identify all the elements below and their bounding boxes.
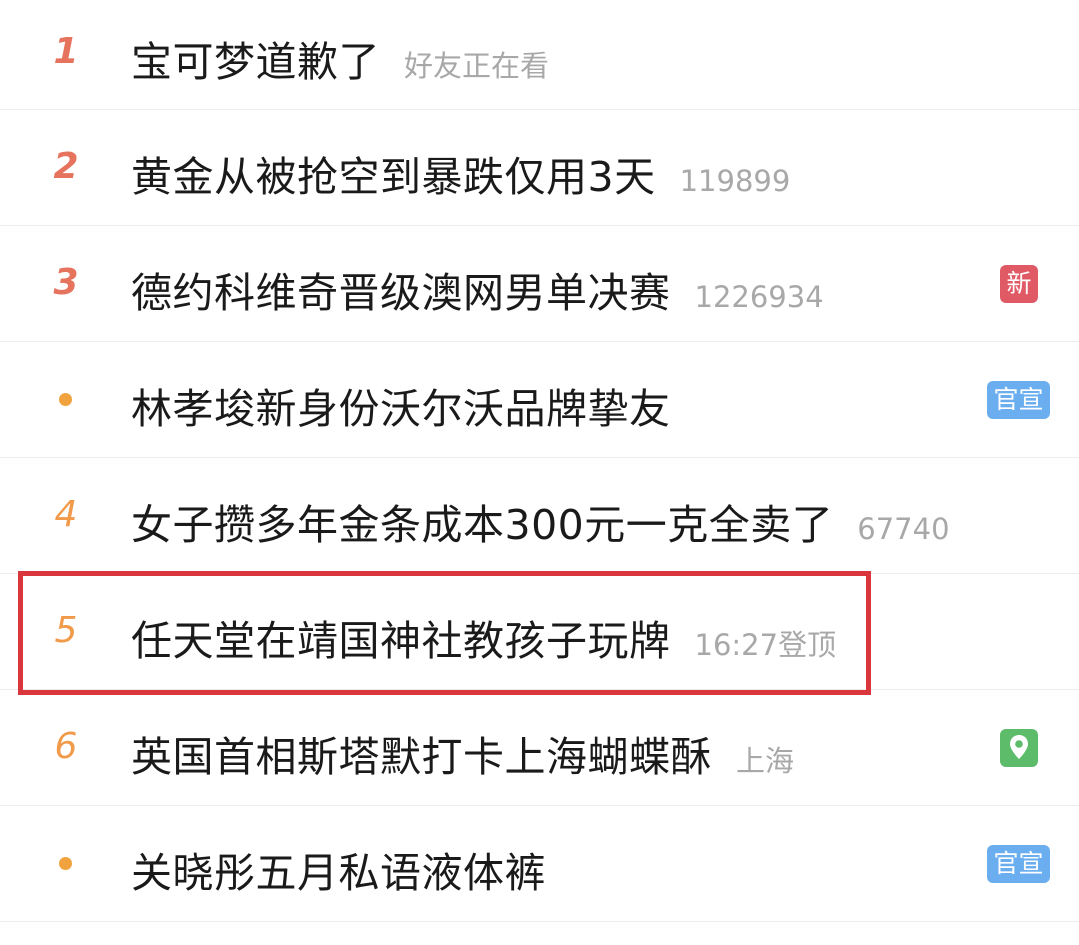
item-title[interactable]: 女子攒多年金条成本300元一克全卖了 <box>131 491 833 551</box>
location-pin-icon <box>1000 729 1038 767</box>
rank-number: 2 <box>53 146 79 187</box>
item-meta: 67740 <box>857 512 950 546</box>
rank-number: 3 <box>53 262 79 303</box>
official-badge: 官宣 <box>987 845 1050 883</box>
item-title[interactable]: 宝可梦道歉了 <box>131 28 380 88</box>
item-meta: 好友正在看 <box>404 49 550 83</box>
rank-number: 6 <box>54 726 78 767</box>
list-item[interactable]: 6 英国首相斯塔默打卡上海蝴蝶酥 上海 <box>0 690 1079 806</box>
item-title[interactable]: 英国首相斯塔默打卡上海蝴蝶酥 <box>131 723 712 783</box>
rank-number: 5 <box>54 610 78 651</box>
list-item[interactable]: 5 任天堂在靖国神社教孩子玩牌 16:27登顶 <box>0 574 1079 690</box>
item-title[interactable]: 德约科维奇晋级澳网男单决赛 <box>131 259 671 319</box>
item-meta: 16:27登顶 <box>694 628 837 662</box>
list-item[interactable]: 关晓彤五月私语液体裤 官宣 <box>0 806 1079 922</box>
list-item[interactable]: 2 黄金从被抢空到暴跌仅用3天 119899 <box>0 110 1079 226</box>
item-title[interactable]: 林孝埈新身份沃尔沃品牌挚友 <box>131 375 671 435</box>
promo-dot-icon <box>59 857 72 870</box>
item-meta: 1226934 <box>694 280 824 314</box>
rank-number: 1 <box>53 31 79 72</box>
promo-dot-icon <box>59 393 72 406</box>
list-item[interactable]: 3 德约科维奇晋级澳网男单决赛 1226934 新 <box>0 226 1079 342</box>
hot-search-list: 1 宝可梦道歉了 好友正在看 2 黄金从被抢空到暴跌仅用3天 119899 3 … <box>0 0 1079 922</box>
rank-number: 4 <box>54 494 78 535</box>
item-title[interactable]: 任天堂在靖国神社教孩子玩牌 <box>131 607 671 667</box>
list-item[interactable]: 4 女子攒多年金条成本300元一克全卖了 67740 <box>0 458 1079 574</box>
item-meta: 119899 <box>679 164 791 198</box>
item-meta: 上海 <box>736 744 795 778</box>
item-title[interactable]: 关晓彤五月私语液体裤 <box>131 839 546 899</box>
official-badge: 官宣 <box>987 381 1050 419</box>
item-title[interactable]: 黄金从被抢空到暴跌仅用3天 <box>131 143 656 203</box>
new-badge: 新 <box>1000 265 1038 303</box>
list-item[interactable]: 1 宝可梦道歉了 好友正在看 <box>0 0 1079 110</box>
list-item[interactable]: 林孝埈新身份沃尔沃品牌挚友 官宣 <box>0 342 1079 458</box>
